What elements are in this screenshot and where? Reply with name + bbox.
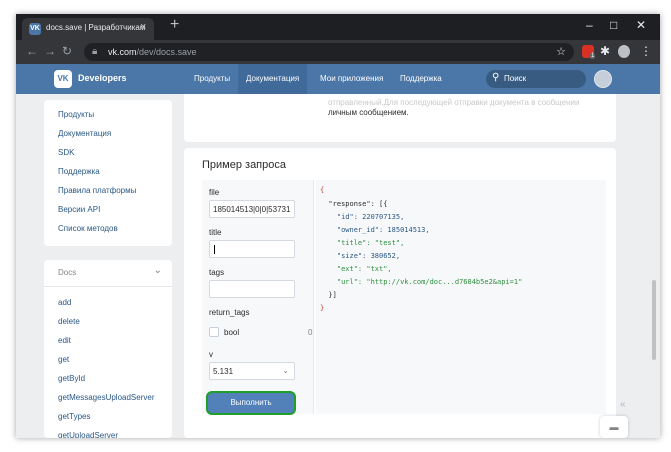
browser-tab[interactable]: VK docs.save | Разработчикам ×	[22, 18, 154, 40]
run-button[interactable]: Выполнить	[208, 393, 294, 413]
bookmark-star-icon[interactable]: ☆	[556, 45, 566, 58]
search-icon: ⚲	[492, 72, 500, 83]
browser-window: VK docs.save | Разработчикам × + – □ ✕ ←…	[16, 14, 660, 438]
sidebar-item-products[interactable]: Продукты	[58, 110, 94, 119]
code-line: "owner_id": 185014513,	[320, 226, 430, 234]
nav-documentation[interactable]: Документация	[238, 64, 308, 94]
page-scrollbar[interactable]	[652, 280, 656, 360]
version-select[interactable]: 5.131 ⌄	[209, 362, 295, 380]
sidebar-item-documentation[interactable]: Документация	[58, 129, 111, 138]
brand-name[interactable]: Developers	[78, 73, 127, 83]
sidebar-item-sdk[interactable]: SDK	[58, 148, 74, 157]
code-line: "response": [{	[320, 200, 388, 208]
code-line: {	[320, 186, 325, 194]
puzzle-icon[interactable]: ✱	[600, 44, 610, 58]
docs-section-title[interactable]: Docs	[58, 268, 76, 277]
section-title: Пример запроса	[202, 159, 286, 171]
nav-support[interactable]: Поддержка	[392, 64, 450, 94]
sidebar-item-api-versions[interactable]: Версии API	[58, 205, 100, 214]
method-getuploadserver[interactable]: getUploadServer	[58, 431, 118, 438]
sidebar-item-methods[interactable]: Список методов	[58, 224, 118, 233]
code-line: "url": "http://vk.com/doc...d7684b5e2&ap…	[320, 278, 523, 286]
method-getmessagesuploadserver[interactable]: getMessagesUploadServer	[58, 393, 155, 402]
chevron-down-icon[interactable]: ⌄	[154, 265, 162, 276]
code-line: "id": 220707135,	[320, 213, 405, 221]
sidebar-item-support[interactable]: Поддержка	[58, 167, 100, 176]
description-text-faded: отправленный.Для последующей отправки до…	[328, 98, 580, 107]
method-getbyid[interactable]: getById	[58, 374, 85, 383]
back-icon[interactable]: ←	[26, 44, 38, 58]
code-line: }]	[320, 291, 337, 299]
minimize-button[interactable]: –	[586, 18, 593, 32]
profile-avatar[interactable]	[618, 45, 630, 58]
chat-icon[interactable]: ▬	[600, 416, 628, 438]
bool-label: bool	[224, 328, 240, 337]
text-cursor	[214, 245, 215, 254]
sidebar-item-rules[interactable]: Правила платформы	[58, 186, 136, 195]
version-value: 5.131	[213, 367, 234, 376]
extension-badge: 1	[590, 53, 596, 59]
search-input[interactable]: ⚲ Поиск	[486, 70, 586, 88]
method-edit[interactable]: edit	[58, 336, 71, 345]
close-window-button[interactable]: ✕	[636, 18, 646, 32]
method-get[interactable]: get	[58, 355, 69, 364]
url-field[interactable]: 🔒︎ vk.com/dev/docs.save ☆	[84, 43, 574, 61]
code-line: }	[320, 304, 325, 312]
return-tags-label: return_tags	[209, 308, 250, 317]
code-line: "title": "test",	[320, 239, 405, 247]
tab-title: docs.save | Разработчикам	[46, 23, 146, 32]
tags-label: tags	[209, 268, 225, 277]
title-label: title	[209, 228, 222, 237]
vk-favicon-icon: VK	[29, 23, 41, 35]
nav-my-apps[interactable]: Мои приложения	[312, 64, 391, 94]
tab-close-icon[interactable]: ×	[140, 21, 146, 33]
reload-icon[interactable]: ↻	[62, 44, 72, 58]
version-label: v	[209, 350, 213, 359]
response-code-block: { "response": [{ "id": 220707135, "owner…	[316, 180, 606, 414]
bool-checkbox[interactable]	[209, 327, 219, 337]
method-delete[interactable]: delete	[58, 317, 80, 326]
docs-methods-panel: Docs ⌄ add delete edit get getById getMe…	[44, 260, 172, 438]
file-field[interactable]: 185014513|0|0|53731	[209, 200, 295, 218]
new-tab-button[interactable]: +	[170, 16, 179, 34]
tab-bar: VK docs.save | Разработчикам × + – □ ✕	[16, 14, 660, 40]
title-field[interactable]	[209, 240, 295, 258]
search-placeholder: Поиск	[504, 74, 527, 83]
description-card: отправленный.Для последующей отправки до…	[184, 94, 616, 142]
nav-products[interactable]: Продукты	[186, 64, 238, 94]
request-example-card: Пример запроса file 185014513|0|0|53731 …	[184, 148, 616, 438]
code-line: "ext": "txt",	[320, 265, 392, 273]
url-text: vk.com/dev/docs.save	[108, 47, 197, 57]
request-form: file 185014513|0|0|53731 title tags retu…	[202, 180, 314, 414]
file-label: file	[209, 188, 220, 197]
bool-count: 0	[308, 328, 313, 337]
method-add[interactable]: add	[58, 298, 71, 307]
description-text: личным сообщением.	[328, 108, 409, 117]
method-gettypes[interactable]: getTypes	[58, 412, 90, 421]
chevron-down-icon: ⌄	[282, 366, 289, 375]
sidebar-menu: Продукты Документация SDK Поддержка Прав…	[44, 100, 172, 246]
divider	[44, 286, 172, 287]
maximize-button[interactable]: □	[610, 18, 617, 32]
address-bar: ← → ↻ ⌂ 🔒︎ vk.com/dev/docs.save ☆ 1 ✱ ⋮	[16, 40, 660, 64]
menu-icon[interactable]: ⋮	[640, 44, 652, 58]
forward-icon[interactable]: →	[44, 44, 56, 58]
lock-icon: 🔒︎	[92, 46, 98, 57]
tags-field[interactable]	[209, 280, 295, 298]
vk-header: VK Developers Продукты Документация Мои …	[16, 64, 660, 94]
user-avatar[interactable]	[594, 70, 612, 88]
vk-logo-icon[interactable]: VK	[54, 70, 72, 88]
code-line: "size": 380652,	[320, 252, 401, 260]
collapse-icon[interactable]: «	[620, 399, 626, 410]
